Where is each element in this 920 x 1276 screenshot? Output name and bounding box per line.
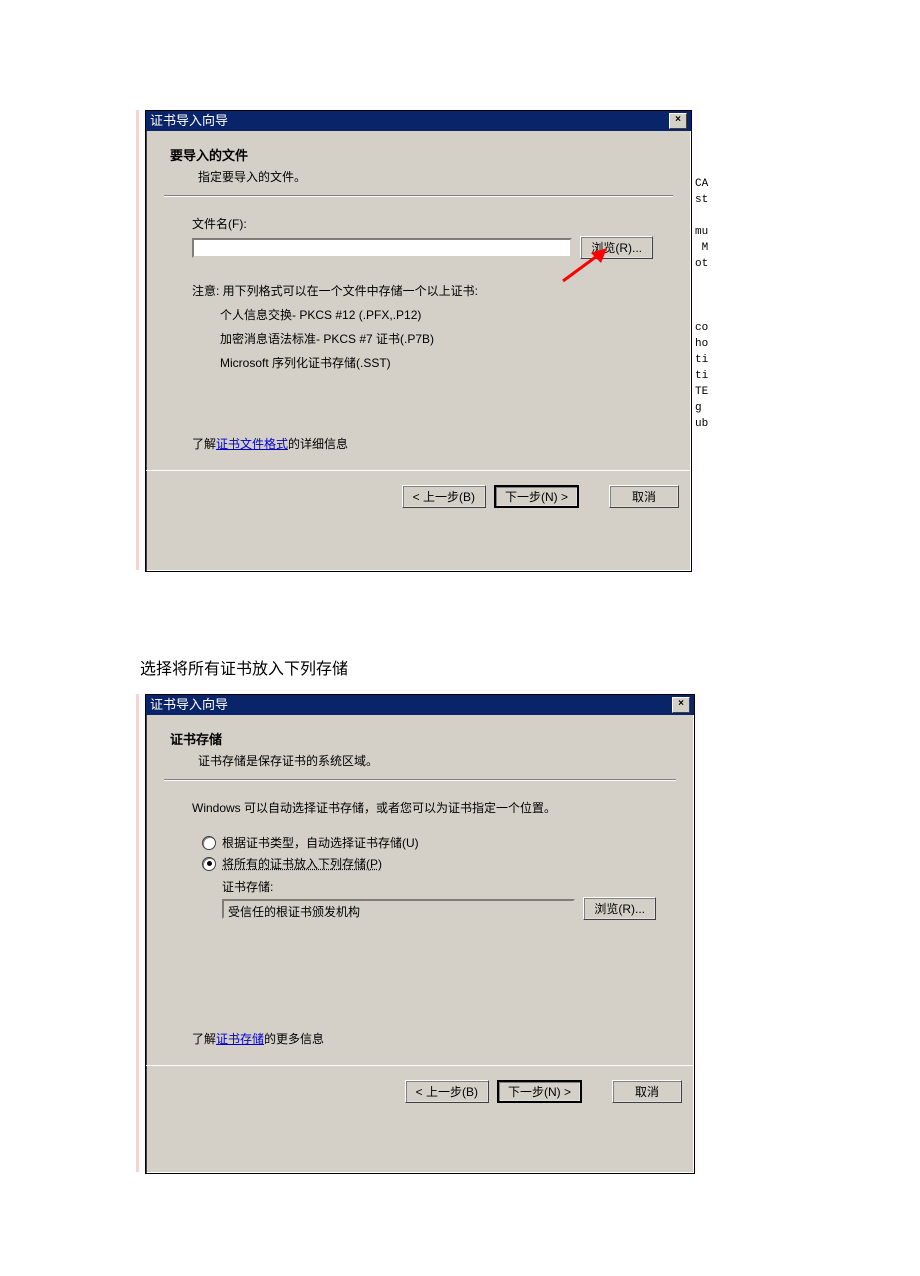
- option-auto-select[interactable]: 根据证书类型，自动选择证书存储(U): [192, 834, 656, 851]
- learn-link[interactable]: 证书存储: [216, 1032, 264, 1046]
- wizard-header: 要导入的文件 指定要导入的文件。: [164, 141, 673, 195]
- note-block: 注意: 用下列格式可以在一个文件中存储一个以上证书: 个人信息交换- PKCS …: [192, 279, 653, 375]
- divider: [164, 779, 676, 781]
- learn-more: 了解证书存储的更多信息: [192, 1030, 656, 1047]
- store-value-field: 受信任的根证书颁发机构: [222, 899, 575, 919]
- cancel-button[interactable]: 取消: [609, 485, 679, 508]
- filename-input[interactable]: [192, 238, 572, 258]
- radio-icon: [202, 857, 216, 871]
- back-button[interactable]: < 上一步(B): [402, 485, 486, 508]
- wizard-header: 证书存储 证书存储是保存证书的系统区域。: [164, 725, 676, 779]
- titlebar[interactable]: 证书导入向导 ×: [146, 111, 691, 131]
- radio-icon: [202, 836, 216, 850]
- cancel-button[interactable]: 取消: [612, 1080, 682, 1103]
- option-place-all-label: 将所有的证书放入下列存储(P): [222, 855, 382, 872]
- cert-import-wizard-store: 证书导入向导 × 证书存储 证书存储是保存证书的系统区域。 Windows 可以…: [145, 694, 695, 1174]
- filename-label: 文件名(F):: [192, 215, 653, 232]
- next-button[interactable]: 下一步(N) >: [497, 1080, 582, 1103]
- close-icon[interactable]: ×: [672, 697, 690, 713]
- window-title: 证书导入向导: [150, 695, 228, 715]
- background-text-right: CA st mu M ot co ho ti ti TE g ub: [695, 176, 708, 432]
- learn-more: 了解证书文件格式的详细信息: [192, 435, 653, 452]
- next-button[interactable]: 下一步(N) >: [494, 485, 579, 508]
- option-auto-label: 根据证书类型，自动选择证书存储(U): [222, 834, 419, 851]
- window-title: 证书导入向导: [150, 111, 228, 131]
- learn-link[interactable]: 证书文件格式: [216, 437, 288, 451]
- browse-button[interactable]: 浏览(R)...: [580, 236, 653, 259]
- intro-text: Windows 可以自动选择证书存储，或者您可以为证书指定一个位置。: [192, 799, 656, 816]
- note-line-1: 个人信息交换- PKCS #12 (.PFX,.P12): [192, 303, 653, 327]
- wizard-footer: < 上一步(B) 下一步(N) > 取消: [146, 470, 691, 522]
- wizard-footer: < 上一步(B) 下一步(N) > 取消: [146, 1065, 694, 1117]
- page-title: 要导入的文件: [170, 145, 673, 164]
- document-page: CA st mu M ot co ho ti ti TE g ub 证书导入向导…: [0, 0, 920, 1276]
- store-label: 证书存储:: [192, 878, 656, 895]
- back-button[interactable]: < 上一步(B): [405, 1080, 489, 1103]
- titlebar[interactable]: 证书导入向导 ×: [146, 695, 694, 715]
- page-subtitle: 指定要导入的文件。: [170, 164, 673, 185]
- option-place-all[interactable]: 将所有的证书放入下列存储(P): [192, 855, 656, 872]
- note-line-3: Microsoft 序列化证书存储(.SST): [192, 351, 653, 375]
- note-intro: 注意: 用下列格式可以在一个文件中存储一个以上证书:: [192, 279, 653, 303]
- cert-import-wizard-file: 证书导入向导 × 要导入的文件 指定要导入的文件。 文件名(F): 浏览(R).…: [145, 110, 692, 572]
- page-subtitle: 证书存储是保存证书的系统区域。: [170, 748, 676, 769]
- divider: [164, 195, 673, 197]
- note-line-2: 加密消息语法标准- PKCS #7 证书(.P7B): [192, 327, 653, 351]
- page-title: 证书存储: [170, 729, 676, 748]
- close-icon[interactable]: ×: [669, 113, 687, 129]
- browse-button[interactable]: 浏览(R)...: [583, 897, 656, 920]
- instruction-caption: 选择将所有证书放入下列存储: [140, 655, 348, 679]
